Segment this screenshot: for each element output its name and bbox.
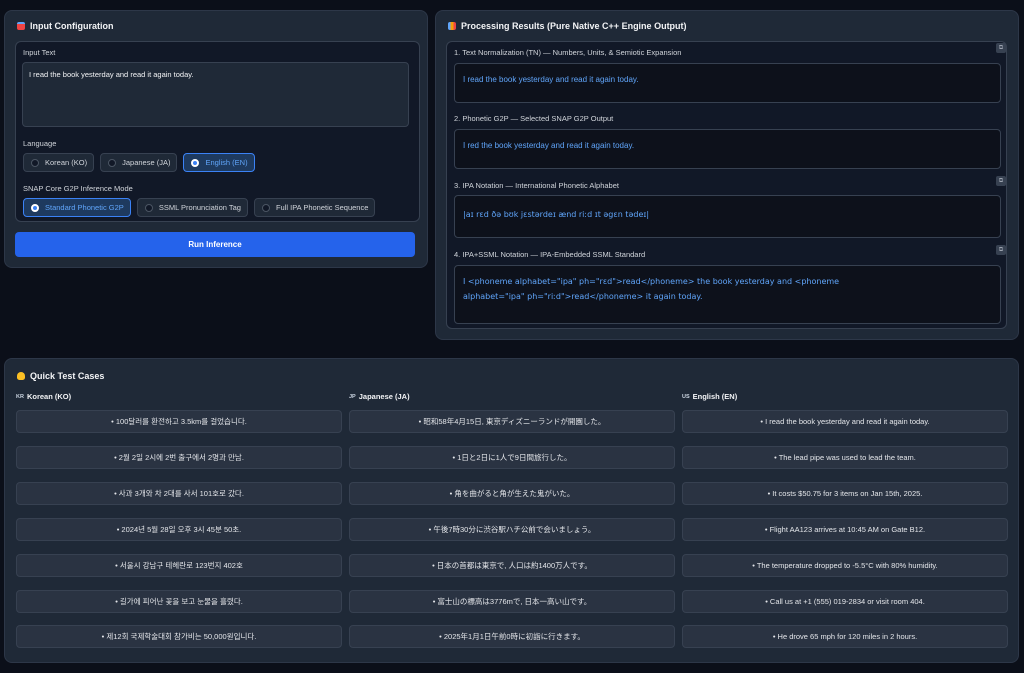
test-case-ja-4[interactable]: • 午後7時30分に渋谷駅ハチ公前で会いましょう。 — [349, 518, 675, 541]
test-case-ja-7[interactable]: • 2025年1月1日午前0時に初詣に行きます。 — [349, 625, 675, 648]
lightbulb-icon — [17, 372, 25, 380]
language-label: Language — [23, 139, 57, 148]
result-output-ipa-ssml: I <phoneme alphabet="ipa" ph="rɛd">read<… — [454, 265, 1001, 324]
copy-icon[interactable]: ⧉ — [996, 245, 1006, 255]
column-header-english: US English (EN) — [682, 392, 738, 401]
test-case-ko-4[interactable]: • 2024년 5월 28일 오후 3시 45분 50초. — [16, 518, 342, 541]
copy-icon[interactable]: ⧉ — [996, 176, 1006, 186]
language-option-en[interactable]: English (EN) — [183, 153, 255, 172]
result-output-ipa: |aɪ rɛd ðə bʊk jɛstərdeɪ ænd riːd ɪt əgɛ… — [454, 195, 1001, 238]
radio-dot — [31, 158, 39, 167]
test-case-en-5[interactable]: • The temperature dropped to -5.5°C with… — [682, 554, 1008, 577]
mode-option-ssml[interactable]: SSML Pronunciation Tag — [136, 198, 248, 217]
mode-option-standard[interactable]: Standard Phonetic G2P — [23, 198, 131, 217]
processing-results-panel: Processing Results (Pure Native C++ Engi… — [435, 10, 1019, 340]
radio-dot — [261, 203, 270, 212]
result-output-tn: I read the book yesterday and read it ag… — [454, 63, 1001, 103]
radio-dot-selected — [31, 203, 39, 212]
test-case-ko-3[interactable]: • 사과 3개와 차 2대를 사서 101호로 갔다. — [16, 482, 342, 505]
result-label-ipa: 3. IPA Notation — International Phonetic… — [454, 181, 619, 190]
test-case-ko-2[interactable]: • 2월 2일 2시에 2번 출구에서 2명과 만남. — [16, 446, 342, 469]
kr-flag-icon: KR — [16, 393, 24, 400]
test-case-en-1[interactable]: • I read the book yesterday and read it … — [682, 410, 1008, 433]
test-case-ko-1[interactable]: • 100달러를 환전하고 3.5km를 걸었습니다. — [16, 410, 342, 433]
run-inference-button[interactable]: Run Inference — [15, 232, 415, 257]
test-case-ko-7[interactable]: • 제12회 국제학술대회 참가비는 50,000원입니다. — [16, 625, 342, 648]
clipboard-icon — [17, 22, 25, 30]
result-label-g2p: 2. Phonetic G2P — Selected SNAP G2P Outp… — [454, 114, 614, 123]
bar-chart-icon — [448, 22, 456, 30]
column-header-korean: KR Korean (KO) — [16, 392, 72, 401]
radio-dot-selected — [191, 158, 200, 167]
input-text-field[interactable]: I read the book yesterday and read it ag… — [22, 62, 409, 127]
radio-dot — [108, 158, 117, 167]
quick-tests-title: Quick Test Cases — [17, 371, 104, 381]
input-config-block: Input Text I read the book yesterday and… — [15, 41, 420, 222]
test-case-ja-5[interactable]: • 日本の首都は東京で, 人口は約1400万人です。 — [349, 554, 675, 577]
result-label-tn: 1. Text Normalization (TN) — Numbers, Un… — [454, 48, 682, 57]
input-configuration-panel: Input Configuration Input Text I read th… — [4, 10, 428, 268]
radio-dot — [144, 203, 153, 212]
mode-label: SNAP Core G2P Inference Mode — [23, 184, 133, 193]
column-header-japanese: JP Japanese (JA) — [349, 392, 410, 401]
test-case-en-2[interactable]: • The lead pipe was used to lead the tea… — [682, 446, 1008, 469]
test-case-ja-2[interactable]: • 1日と2日に1人で9日間旅行した。 — [349, 446, 675, 469]
test-case-en-6[interactable]: • Call us at +1 (555) 019-2834 or visit … — [682, 590, 1008, 613]
test-case-en-7[interactable]: • He drove 65 mph for 120 miles in 2 hou… — [682, 625, 1008, 648]
test-case-en-3[interactable]: • It costs $50.75 for 3 items on Jan 15t… — [682, 482, 1008, 505]
quick-test-cases-panel: Quick Test Cases KR Korean (KO) JP Japan… — [4, 358, 1019, 663]
test-case-en-4[interactable]: • Flight AA123 arrives at 10:45 AM on Ga… — [682, 518, 1008, 541]
result-output-g2p: I red the book yesterday and read it aga… — [454, 129, 1001, 169]
test-case-ja-6[interactable]: • 富士山の標高は3776mで, 日本一高い山です。 — [349, 590, 675, 613]
input-panel-title: Input Configuration — [17, 21, 113, 31]
copy-icon[interactable]: ⧉ — [996, 43, 1006, 53]
language-option-ja[interactable]: Japanese (JA) — [100, 153, 178, 172]
jp-flag-icon: JP — [349, 393, 356, 400]
us-flag-icon: US — [682, 393, 690, 400]
results-block: 1. Text Normalization (TN) — Numbers, Un… — [446, 41, 1007, 329]
mode-option-ipa[interactable]: Full IPA Phonetic Sequence — [253, 198, 376, 217]
language-radio-group: Korean (KO) Japanese (JA) English (EN) — [23, 153, 255, 172]
mode-radio-group: Standard Phonetic G2P SSML Pronunciation… — [23, 198, 376, 217]
language-option-ko[interactable]: Korean (KO) — [23, 153, 95, 172]
results-panel-title: Processing Results (Pure Native C++ Engi… — [448, 21, 687, 31]
test-case-ko-6[interactable]: • 길가에 피어난 꽃을 보고 눈물을 흘렸다. — [16, 590, 342, 613]
test-case-ko-5[interactable]: • 서울시 강남구 테헤란로 123번지 402호 — [16, 554, 342, 577]
result-label-ipa-ssml: 4. IPA+SSML Notation — IPA-Embedded SSML… — [454, 250, 646, 259]
input-text-label: Input Text — [23, 48, 56, 57]
test-case-ja-1[interactable]: • 昭和58年4月15日, 東京ディズニーランドが開園した。 — [349, 410, 675, 433]
test-case-ja-3[interactable]: • 角を曲がると角が生えた鬼がいた。 — [349, 482, 675, 505]
